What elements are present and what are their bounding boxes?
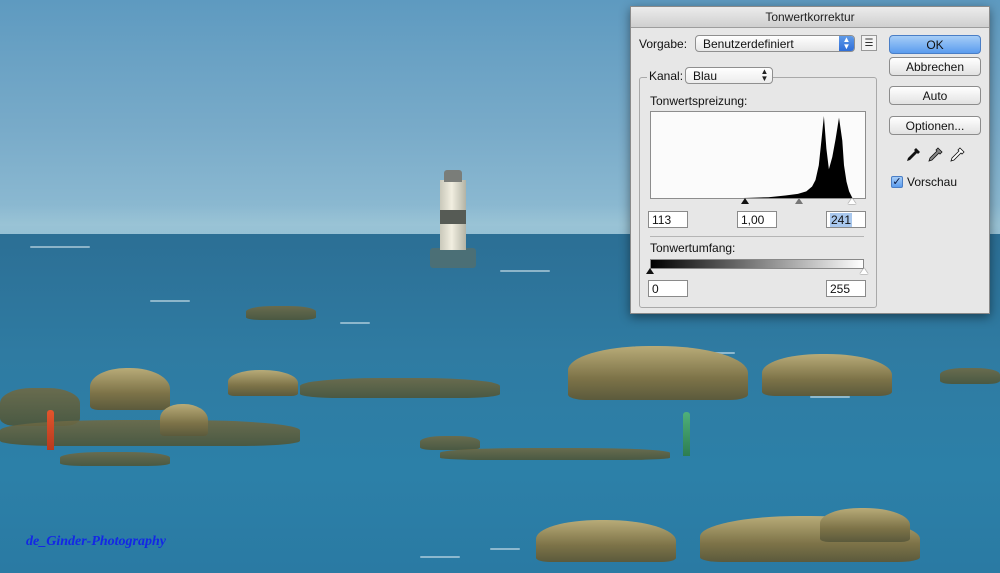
histogram: [650, 111, 866, 199]
wave: [500, 270, 550, 272]
output-black-field[interactable]: 0: [648, 280, 688, 297]
input-levels-label: Tonwertspreizung:: [650, 94, 748, 108]
wave: [30, 246, 90, 248]
output-white-field[interactable]: 255: [826, 280, 866, 297]
wave: [810, 396, 850, 398]
wave: [490, 548, 520, 550]
options-button[interactable]: Optionen...: [889, 116, 981, 135]
preview-checkbox[interactable]: ✓: [891, 176, 903, 188]
wave: [340, 322, 370, 324]
rock: [440, 448, 670, 460]
select-arrows-icon: ▲ ▼: [839, 36, 854, 51]
input-black-slider[interactable]: [740, 198, 749, 204]
dialog-title[interactable]: Tonwertkorrektur: [631, 7, 989, 28]
channel-select[interactable]: Blau ▲ ▼: [685, 67, 773, 84]
rock: [246, 306, 316, 320]
input-gamma-slider[interactable]: [794, 198, 803, 204]
output-black-slider[interactable]: [646, 268, 654, 274]
rock: [940, 368, 1000, 384]
watermark: de_Ginder-Photography: [26, 534, 166, 549]
select-arrows-icon: ▲ ▼: [760, 67, 769, 83]
rock: [90, 368, 170, 410]
input-gamma-field[interactable]: 1,00: [737, 211, 777, 228]
rock: [420, 436, 480, 450]
red-buoy: [47, 410, 54, 450]
lighthouse: [430, 170, 476, 268]
wave: [150, 300, 190, 302]
output-white-slider[interactable]: [860, 268, 868, 274]
gray-eyedropper-icon[interactable]: [927, 147, 943, 166]
preview-label: Vorschau: [907, 175, 958, 189]
wave: [420, 556, 460, 558]
rock: [820, 508, 910, 542]
rock: [568, 346, 748, 400]
output-black-value: 0: [652, 282, 659, 296]
input-gamma-value: 1,00: [741, 213, 765, 227]
separator: [650, 236, 864, 237]
input-white-slider[interactable]: [848, 198, 857, 204]
rock: [762, 354, 892, 396]
output-gradient-bar: [650, 259, 864, 269]
input-black-value: 113: [652, 213, 672, 227]
input-white-field[interactable]: 241: [826, 211, 866, 228]
channel-value: Blau: [693, 69, 718, 83]
preset-select[interactable]: Benutzerdefiniert ▲ ▼: [695, 35, 855, 52]
rock: [300, 378, 500, 398]
output-levels-label: Tonwertumfang:: [650, 241, 736, 255]
preset-value: Benutzerdefiniert: [703, 37, 794, 51]
input-white-value: 241: [830, 213, 853, 227]
rock: [536, 520, 676, 562]
histogram-area: [651, 116, 865, 198]
preset-label: Vorgabe:: [639, 37, 688, 51]
rock: [228, 370, 298, 396]
levels-dialog: Tonwertkorrektur Vorgabe: Benutzerdefini…: [630, 6, 990, 314]
cancel-button[interactable]: Abbrechen: [889, 57, 981, 76]
input-black-field[interactable]: 113: [648, 211, 688, 228]
black-eyedropper-icon[interactable]: [905, 147, 921, 166]
auto-button[interactable]: Auto: [889, 86, 981, 105]
rock: [0, 420, 300, 446]
preset-options-icon[interactable]: ☰: [861, 35, 877, 51]
channel-label: Kanal:: [647, 69, 686, 83]
ok-button[interactable]: OK: [889, 35, 981, 54]
rock: [60, 452, 170, 466]
histogram-graph: [651, 116, 865, 198]
green-buoy: [683, 412, 690, 456]
white-eyedropper-icon[interactable]: [949, 147, 965, 166]
rock: [160, 404, 208, 436]
output-white-value: 255: [830, 282, 851, 296]
